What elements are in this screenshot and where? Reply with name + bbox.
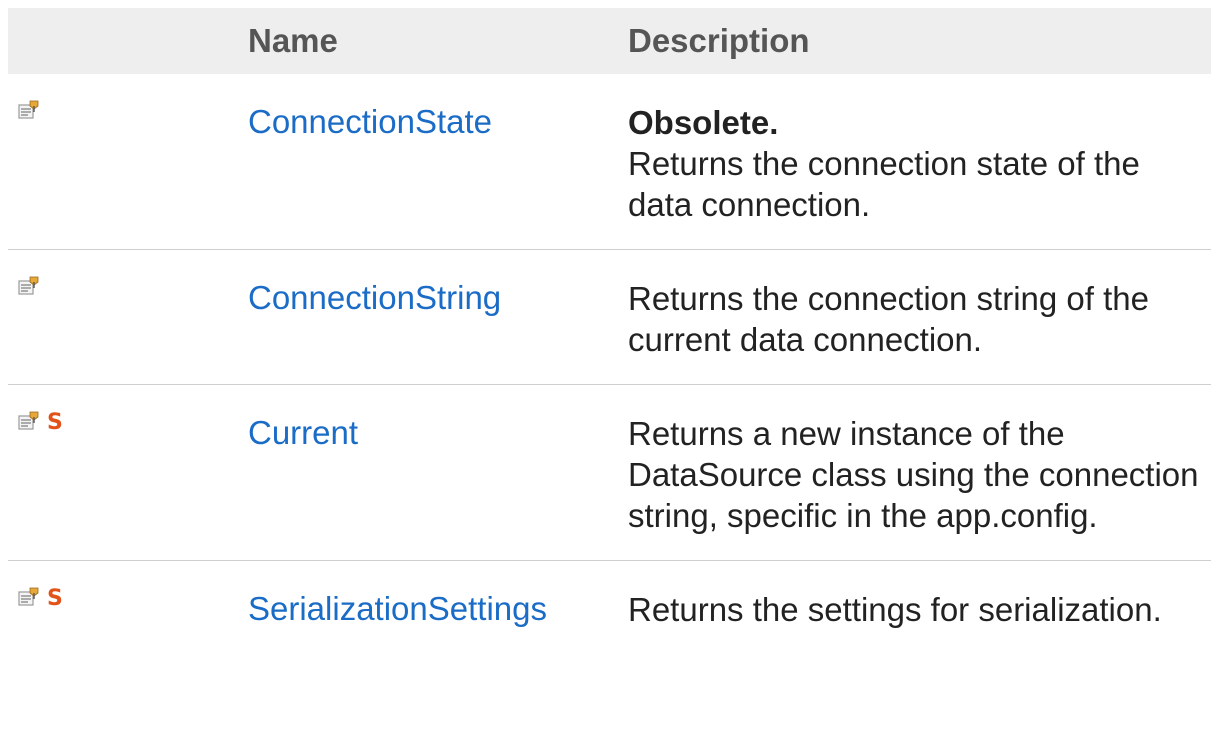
header-name: Name [241,8,622,74]
table-row: S Current Returns a new instance of the … [8,384,1211,561]
description-cell: Returns a new instance of the DataSource… [622,384,1211,561]
table-row: ConnectionState Obsolete. Returns the co… [8,74,1211,250]
description-text: Returns a new instance of the DataSource… [628,415,1199,534]
name-cell: ConnectionString [241,249,622,385]
description-text: Returns the settings for serialization. [628,591,1162,628]
header-icons [8,8,241,74]
description-cell: Obsolete. Returns the connection state o… [622,74,1211,250]
property-icon [18,411,39,430]
description-text: Returns the connection string of the cur… [628,280,1149,358]
description-text: Returns the connection state of the data… [628,145,1140,223]
property-icon [18,587,39,606]
icons-cell: S [8,384,241,561]
table-header-row: Name Description [8,8,1211,74]
name-cell: ConnectionState [241,74,622,250]
static-icon: S [47,410,63,435]
member-link-connectionstate[interactable]: ConnectionState [248,103,492,140]
icons-cell [8,74,241,250]
header-description: Description [622,8,1211,74]
member-link-connectionstring[interactable]: ConnectionString [248,279,501,316]
members-table: Name Description ConnectionState Obsolet… [8,8,1211,654]
member-link-serializationsettings[interactable]: SerializationSettings [248,590,547,627]
table-row: S SerializationSettings Returns the sett… [8,561,1211,655]
member-link-current[interactable]: Current [248,414,358,451]
description-cell: Returns the connection string of the cur… [622,249,1211,385]
property-icon [18,276,39,295]
static-icon: S [47,586,63,611]
icons-cell: S [8,561,241,655]
obsolete-label: Obsolete. [628,104,779,141]
description-cell: Returns the settings for serialization. [622,561,1211,655]
table-row: ConnectionString Returns the connection … [8,249,1211,385]
property-icon [18,100,39,119]
icons-cell [8,249,241,385]
name-cell: SerializationSettings [241,561,622,655]
name-cell: Current [241,384,622,561]
